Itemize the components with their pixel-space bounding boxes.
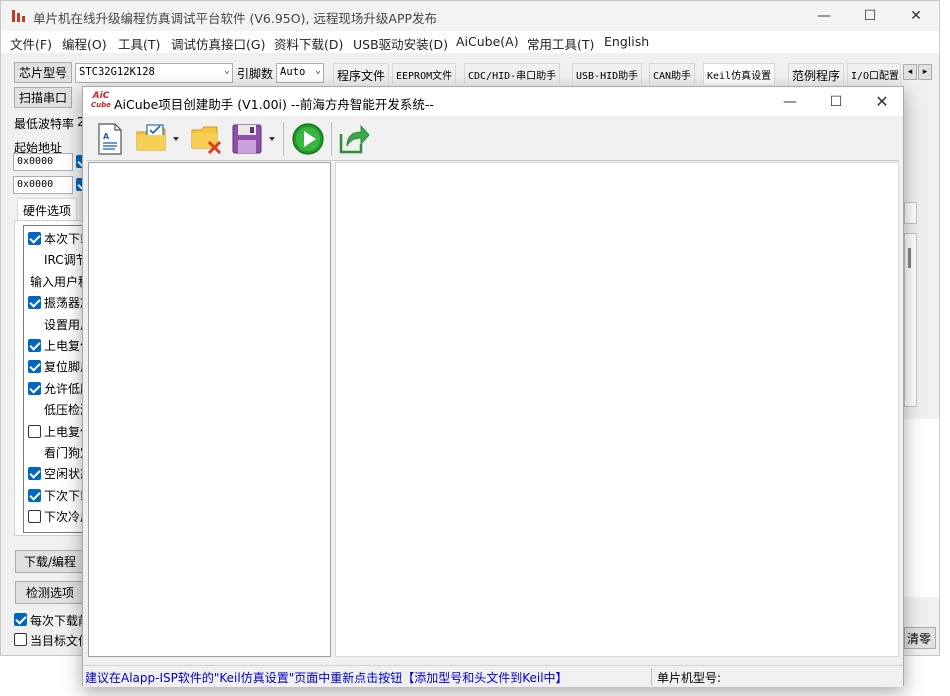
option-checkbox[interactable] [28, 381, 41, 395]
option-checkbox[interactable] [28, 488, 41, 502]
menu-file[interactable]: 文件(F) [10, 34, 52, 53]
min-baud-label: 最低波特率 [14, 117, 75, 131]
scan-port-button[interactable]: 扫描串口 [14, 87, 72, 108]
right-scroll-area [904, 233, 917, 407]
download-before-label: 每次下载前 [30, 614, 91, 628]
app-logo-icon [12, 10, 25, 22]
dialog-toolbar: A [83, 116, 903, 162]
addr2-input[interactable]: 0x0000 [13, 176, 73, 194]
option-label: 输入用户程 [30, 274, 91, 289]
main-title-text: 单片机在线升级编程仿真调试平台软件 (V6.95O), 远程现场升级APP发布 [33, 11, 438, 26]
delete-project-icon[interactable] [189, 122, 223, 156]
option-checkbox[interactable] [28, 360, 41, 374]
pin-count-label: 引脚数 [237, 67, 274, 81]
dialog-maximize-button[interactable]: ☐ [813, 87, 859, 116]
chip-model-status-label: 单片机型号: [657, 671, 722, 685]
aicube-dialog: AiC Cube AiCube项目创建助手 (V1.00i) --前海方舟智能开… [82, 86, 904, 687]
menu-tools[interactable]: 工具(T) [118, 34, 160, 53]
tab-usb-hid[interactable]: USB-HID助手 [572, 63, 643, 84]
scrollbar-thumb[interactable] [908, 248, 911, 268]
main-title-bar: 单片机在线升级编程仿真调试平台软件 (V6.95O), 远程现场升级APP发布 … [1, 1, 939, 31]
option-checkbox[interactable] [28, 424, 41, 438]
dialog-title-text: AiCube项目创建助手 (V1.00i) --前海方舟智能开发系统-- [114, 97, 434, 112]
chip-model-value: STC32G12K128 [79, 66, 155, 78]
chevron-down-icon: ⌄ [223, 65, 230, 76]
minimize-button[interactable]: — [801, 1, 847, 31]
tab-cdc-hid-serial[interactable]: CDC/HID-串口助手 [464, 63, 561, 84]
chevron-down-icon: ⌄ [314, 65, 321, 76]
pin-count-value: Auto [280, 66, 306, 78]
pin-count-select[interactable]: Auto ⌄ [276, 63, 324, 83]
export-icon[interactable] [337, 122, 371, 156]
menu-bar: 文件(F) 编程(O) 工具(T) 调试仿真接口(G) 资料下载(D) USB驱… [1, 31, 939, 53]
save-icon[interactable] [231, 122, 279, 156]
tab-hardware-options[interactable]: 硬件选项 [17, 198, 78, 220]
svg-text:A: A [103, 132, 110, 141]
tab-io-config[interactable]: I/O口配置 [847, 63, 901, 84]
tab-scroll-left-button[interactable]: ◂ [903, 64, 917, 80]
chip-model-label: 芯片型号 [14, 62, 72, 83]
target-file-checkbox[interactable] [14, 633, 27, 646]
run-icon[interactable] [291, 122, 325, 156]
menu-usb-driver[interactable]: USB驱动安装(D) [353, 34, 448, 53]
menu-aicube[interactable]: AiCube(A) [456, 34, 519, 49]
option-checkbox[interactable] [28, 510, 41, 524]
right-output-area [904, 419, 939, 597]
tab-program-file[interactable]: 程序文件 [333, 63, 390, 84]
tab-eeprom-file[interactable]: EEPROM文件 [392, 63, 457, 84]
dialog-minimize-button[interactable]: — [767, 87, 813, 116]
chip-model-select[interactable]: STC32G12K128 ⌄ [75, 63, 233, 83]
open-project-icon[interactable] [135, 122, 183, 156]
menu-downloads[interactable]: 资料下载(D) [274, 34, 343, 53]
clear-button[interactable]: 清零 [904, 627, 936, 649]
option-checkbox[interactable] [28, 467, 41, 481]
menu-program[interactable]: 编程(O) [62, 34, 107, 53]
close-button[interactable]: ✕ [893, 1, 939, 31]
menu-english[interactable]: English [604, 34, 649, 49]
dialog-status-bar: 建议在Alapp-ISP软件的"Keil仿真设置"页面中重新点击按钮【添加型号和… [83, 665, 903, 687]
target-file-label: 当目标文件 [30, 634, 91, 648]
status-message: 建议在Alapp-ISP软件的"Keil仿真设置"页面中重新点击按钮【添加型号和… [85, 671, 568, 685]
start-addr-input[interactable]: 0x0000 [13, 153, 73, 171]
option-checkbox[interactable] [28, 296, 41, 310]
new-file-icon[interactable]: A [93, 122, 127, 156]
aicube-logo-icon: AiC Cube [91, 91, 111, 110]
toolbar-separator [283, 122, 284, 156]
hardware-options-panel: 本次下载 IRC调节 输入用户程 振荡器放 设置用户 上电复位 复位脚用 允许低压 低压检测 上电… [14, 220, 93, 536]
toolbar-separator [331, 122, 332, 156]
status-separator [651, 668, 652, 686]
download-before-checkbox[interactable] [14, 613, 27, 626]
check-options-button[interactable]: 检测选项 [15, 581, 85, 604]
menu-common-tools[interactable]: 常用工具(T) [527, 34, 594, 53]
tab-can[interactable]: CAN助手 [649, 63, 696, 84]
tab-scroll-right-button[interactable]: ▸ [918, 64, 932, 80]
tab-examples[interactable]: 范例程序 [788, 63, 845, 84]
toolbar-bottom-border [87, 160, 899, 161]
maximize-button[interactable]: ☐ [847, 1, 893, 31]
dialog-title-bar: AiC Cube AiCube项目创建助手 (V1.00i) --前海方舟智能开… [83, 87, 903, 116]
option-checkbox[interactable] [28, 232, 41, 245]
right-input-edge [904, 202, 917, 224]
dialog-close-button[interactable]: ✕ [859, 87, 905, 116]
tab-keil-sim[interactable]: Keil仿真设置 [703, 63, 776, 84]
menu-debug-interface[interactable]: 调试仿真接口(G) [171, 34, 265, 53]
option-checkbox[interactable] [28, 339, 41, 352]
project-tree-pane[interactable] [88, 162, 331, 657]
content-pane[interactable] [335, 162, 899, 657]
download-program-button[interactable]: 下载/编程 [15, 550, 85, 573]
